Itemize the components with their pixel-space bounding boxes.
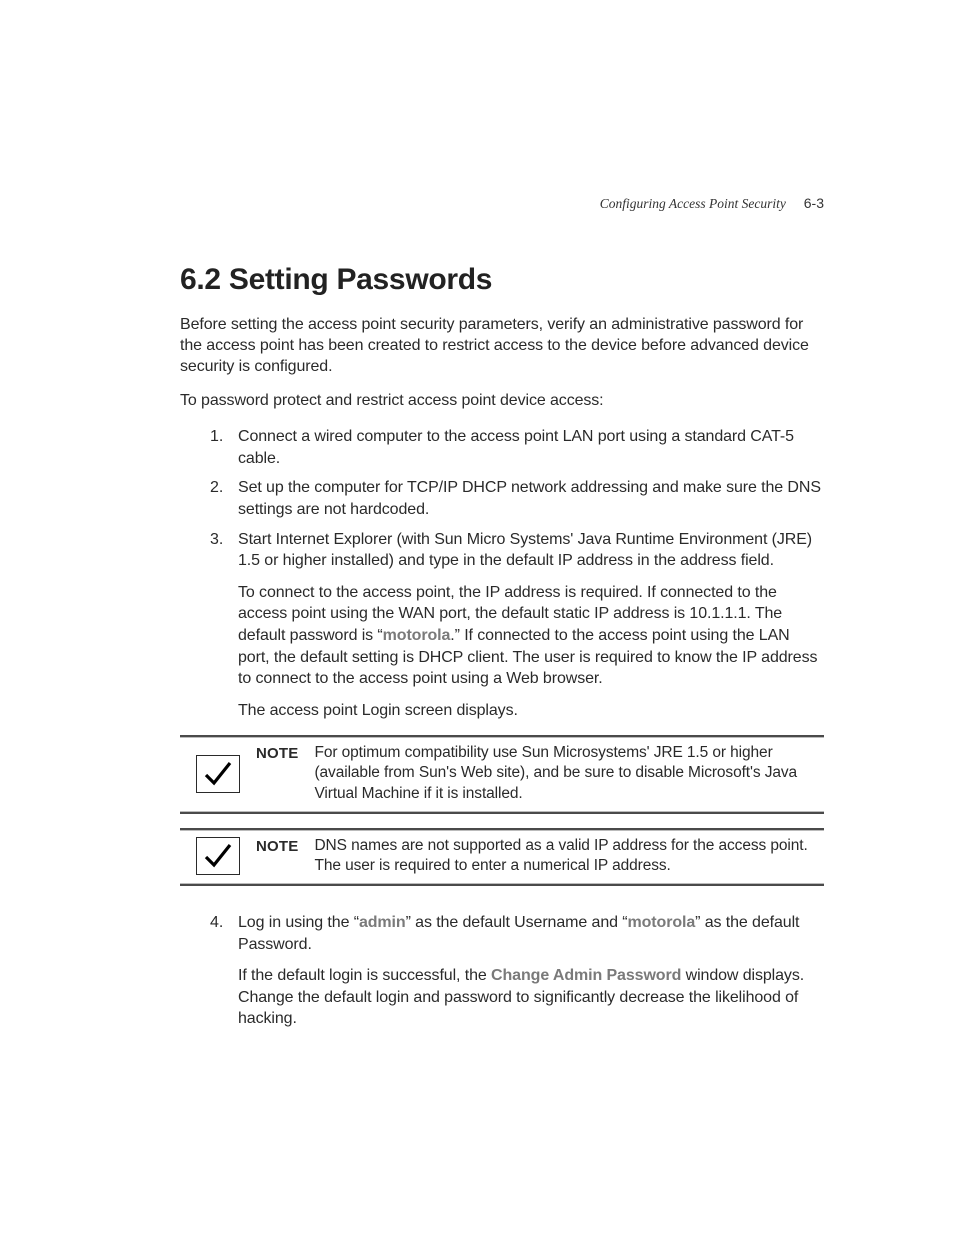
section-title: Setting Passwords: [229, 263, 492, 296]
note-label-1: NOTE: [256, 745, 298, 762]
change-admin-password-bold: Change Admin Password: [491, 967, 681, 984]
note-block-1: NOTE For optimum compatibility use Sun M…: [180, 735, 824, 813]
header-page-number: 6-3: [804, 195, 824, 211]
note-block-2: NOTE DNS names are not supported as a va…: [180, 828, 824, 886]
step-3-text-b: To connect to the access point, the IP a…: [238, 582, 824, 690]
intro-paragraph-1: Before setting the access point security…: [180, 315, 824, 377]
default-username-bold: admin: [359, 914, 406, 931]
step-3-text-c: The access point Login screen displays.: [238, 700, 824, 722]
step-2: Set up the computer for TCP/IP DHCP netw…: [210, 477, 824, 520]
checkmark-icon: [196, 755, 240, 793]
note-label-2: NOTE: [256, 838, 298, 855]
step-4a-mid: ” as the default Username and “: [406, 914, 628, 931]
steps-list: Connect a wired computer to the access p…: [210, 426, 824, 721]
step-1-text: Connect a wired computer to the access p…: [238, 428, 794, 467]
step-4b-pre: If the default login is successful, the: [238, 967, 491, 984]
default-password-bold-2: motorola: [628, 914, 696, 931]
step-4-text-b: If the default login is successful, the …: [238, 965, 824, 1030]
section-heading: 6.2 Setting Passwords: [180, 263, 824, 297]
steps-list-continued: Log in using the “admin” as the default …: [210, 912, 824, 1030]
document-page: Configuring Access Point Security 6-3 6.…: [0, 0, 954, 1235]
step-1: Connect a wired computer to the access p…: [210, 426, 824, 469]
step-3: Start Internet Explorer (with Sun Micro …: [210, 529, 824, 722]
step-3-text-a: Start Internet Explorer (with Sun Micro …: [238, 531, 812, 570]
main-content: 6.2 Setting Passwords Before setting the…: [180, 263, 824, 1030]
default-password-bold: motorola: [383, 627, 451, 644]
step-2-text: Set up the computer for TCP/IP DHCP netw…: [238, 479, 821, 518]
step-4-text-a: Log in using the “admin” as the default …: [238, 914, 799, 953]
note-text-2: DNS names are not supported as a valid I…: [314, 836, 824, 876]
step-4a-pre: Log in using the “: [238, 914, 359, 931]
running-header: Configuring Access Point Security 6-3: [600, 195, 824, 212]
section-number: 6.2: [180, 263, 221, 296]
checkmark-icon: [196, 837, 240, 875]
header-title: Configuring Access Point Security: [600, 196, 786, 211]
intro-paragraph-2: To password protect and restrict access …: [180, 391, 824, 412]
step-4: Log in using the “admin” as the default …: [210, 912, 824, 1030]
note-text-1: For optimum compatibility use Sun Micros…: [314, 743, 824, 803]
